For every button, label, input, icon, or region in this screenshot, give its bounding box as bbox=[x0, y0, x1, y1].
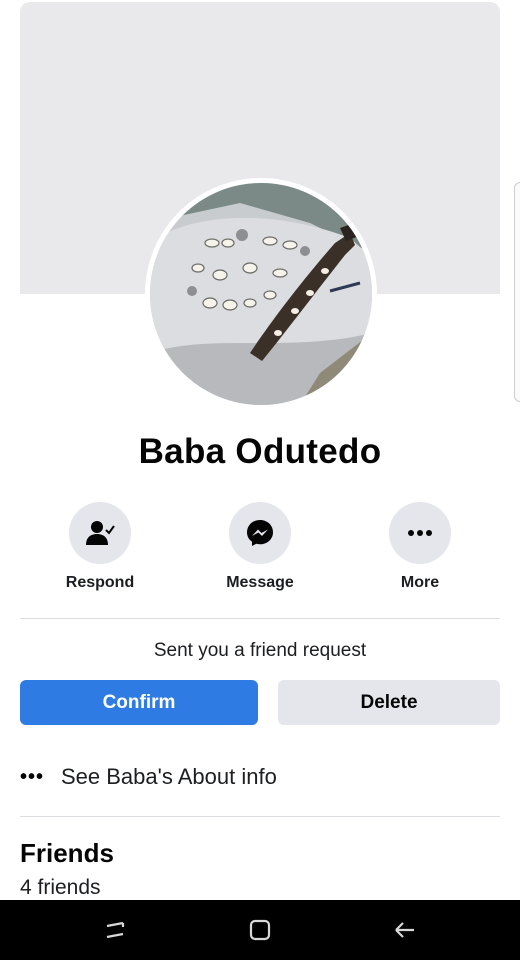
system-navigation-bar bbox=[0, 900, 520, 960]
message-button-circle bbox=[229, 502, 291, 564]
message-label: Message bbox=[226, 574, 294, 591]
delete-button[interactable]: Delete bbox=[278, 680, 500, 725]
profile-actions: Respond Message More bbox=[0, 502, 520, 602]
more-label: More bbox=[400, 574, 440, 591]
friends-count[interactable]: 4 friends bbox=[20, 876, 101, 900]
home-icon bbox=[249, 919, 271, 941]
about-info-link[interactable]: ••• See Baba's About info bbox=[20, 760, 277, 794]
scroll-edge-handle[interactable] bbox=[514, 182, 520, 402]
back-icon bbox=[395, 922, 414, 938]
back-button[interactable] bbox=[387, 912, 423, 948]
friends-section-title: Friends bbox=[20, 838, 114, 868]
divider-bottom bbox=[20, 816, 500, 817]
avatar-image bbox=[150, 183, 372, 405]
profile-avatar[interactable] bbox=[145, 178, 377, 410]
person-check-icon bbox=[86, 521, 115, 545]
friend-request-status: Sent you a friend request bbox=[153, 640, 367, 661]
more-dots-icon bbox=[408, 530, 432, 536]
profile-name: Baba Odutedo bbox=[138, 432, 382, 471]
confirm-button[interactable]: Confirm bbox=[20, 680, 258, 725]
divider-top bbox=[20, 618, 500, 619]
message-button[interactable]: Message bbox=[200, 502, 320, 592]
home-button[interactable] bbox=[242, 912, 278, 948]
messenger-icon bbox=[247, 520, 273, 546]
respond-button[interactable]: Respond bbox=[40, 502, 160, 592]
about-dots-icon: ••• bbox=[20, 765, 45, 788]
more-button-circle bbox=[389, 502, 451, 564]
more-button[interactable]: More bbox=[360, 502, 480, 592]
recent-apps-icon bbox=[106, 921, 125, 939]
about-info-label: See Baba's About info bbox=[61, 764, 277, 789]
respond-label: Respond bbox=[65, 574, 135, 591]
respond-button-circle bbox=[69, 502, 131, 564]
recent-apps-button[interactable] bbox=[97, 912, 133, 948]
